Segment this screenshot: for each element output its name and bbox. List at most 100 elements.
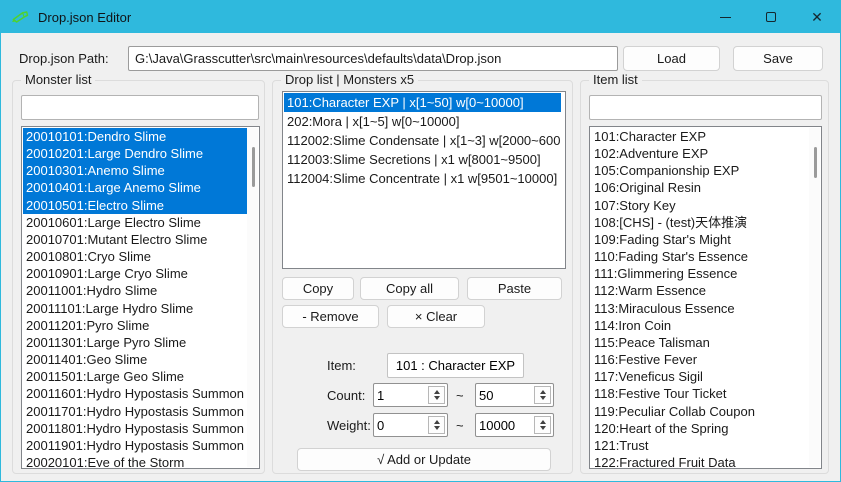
- spin-up-icon[interactable]: [434, 390, 440, 394]
- spin-down-icon[interactable]: [434, 426, 440, 430]
- path-label: Drop.json Path:: [19, 51, 109, 66]
- item-list-item[interactable]: 121:Trust: [591, 437, 809, 454]
- clear-button[interactable]: × Clear: [387, 305, 485, 328]
- copy-button[interactable]: Copy: [282, 277, 354, 300]
- drop-list-item[interactable]: 101:Character EXP | x[1~50] w[0~10000]: [284, 93, 561, 112]
- spin-up-icon[interactable]: [540, 420, 546, 424]
- item-list-item[interactable]: 119:Peculiar Collab Coupon: [591, 403, 809, 420]
- item-list-panel: Item list 101:Character EXP102:Adventure…: [580, 80, 829, 474]
- item-list-item[interactable]: 106:Original Resin: [591, 179, 809, 196]
- monster-list-item[interactable]: 20011801:Hydro Hypostasis Summon: [23, 420, 247, 437]
- main-content: Drop.json Path: Load Save Monster list 2…: [1, 33, 840, 481]
- count-range-tilde: ~: [456, 388, 464, 403]
- minimize-icon: [720, 17, 731, 18]
- spin-up-icon[interactable]: [434, 420, 440, 424]
- weight-label: Weight:: [327, 418, 371, 433]
- weight-min-input[interactable]: [377, 415, 425, 435]
- monster-list-item[interactable]: 20010201:Large Dendro Slime: [23, 145, 247, 162]
- item-list-item[interactable]: 105:Companionship EXP: [591, 162, 809, 179]
- monster-list-item[interactable]: 20010901:Large Cryo Slime: [23, 265, 247, 282]
- item-list-item[interactable]: 107:Story Key: [591, 197, 809, 214]
- item-list-item[interactable]: 120:Heart of the Spring: [591, 420, 809, 437]
- item-list-item[interactable]: 108:[CHS] - (test)天体推演: [591, 214, 809, 231]
- minimize-button[interactable]: [702, 1, 748, 33]
- item-list-item[interactable]: 101:Character EXP: [591, 128, 809, 145]
- drop-list-item[interactable]: 112004:Slime Concentrate | x1 w[9501~100…: [284, 169, 561, 188]
- item-list-item[interactable]: 110:Fading Star's Essence: [591, 248, 809, 265]
- monster-list-scrollbar[interactable]: [247, 128, 258, 467]
- item-list-item[interactable]: 115:Peace Talisman: [591, 334, 809, 351]
- monster-list-item[interactable]: 20011901:Hydro Hypostasis Summon: [23, 437, 247, 454]
- spin-up-icon[interactable]: [540, 390, 546, 394]
- maximize-button[interactable]: [748, 1, 794, 33]
- window-title: Drop.json Editor: [38, 10, 131, 25]
- monster-listbox[interactable]: 20010101:Dendro Slime20010201:Large Dend…: [21, 126, 260, 469]
- spinner-buttons: [428, 416, 445, 434]
- monster-list-item[interactable]: 20010301:Anemo Slime: [23, 162, 247, 179]
- scrollbar-thumb[interactable]: [814, 147, 817, 178]
- item-list-title: Item list: [589, 72, 642, 87]
- weight-max-spinner[interactable]: [475, 413, 554, 437]
- item-list-item[interactable]: 116:Festive Fever: [591, 351, 809, 368]
- item-list-item[interactable]: 118:Festive Tour Ticket: [591, 385, 809, 402]
- monster-list-item[interactable]: 20011001:Hydro Slime: [23, 282, 247, 299]
- add-or-update-button[interactable]: √ Add or Update: [297, 448, 551, 471]
- remove-button[interactable]: - Remove: [282, 305, 379, 328]
- selected-item-field[interactable]: [387, 353, 524, 378]
- monster-list-item[interactable]: 20010101:Dendro Slime: [23, 128, 247, 145]
- count-min-spinner[interactable]: [373, 383, 448, 407]
- item-listbox[interactable]: 101:Character EXP102:Adventure EXP105:Co…: [589, 126, 822, 469]
- weight-max-input[interactable]: [479, 415, 527, 435]
- item-label: Item:: [327, 358, 356, 373]
- monster-list-item[interactable]: 20011601:Hydro Hypostasis Summon: [23, 385, 247, 402]
- monster-list-item[interactable]: 20011401:Geo Slime: [23, 351, 247, 368]
- drop-list-item[interactable]: 112003:Slime Secretions | x1 w[8001~9500…: [284, 150, 561, 169]
- monster-list-item[interactable]: 20010801:Cryo Slime: [23, 248, 247, 265]
- item-list-item[interactable]: 117:Veneficus Sigil: [591, 368, 809, 385]
- titlebar[interactable]: Drop.json Editor ✕: [1, 1, 840, 33]
- item-list-item[interactable]: 114:Iron Coin: [591, 317, 809, 334]
- monster-list-item[interactable]: 20011301:Large Pyro Slime: [23, 334, 247, 351]
- load-button[interactable]: Load: [623, 46, 720, 71]
- item-list-item[interactable]: 113:Miraculous Essence: [591, 300, 809, 317]
- monster-list-item[interactable]: 20010601:Large Electro Slime: [23, 214, 247, 231]
- item-list-scrollbar[interactable]: [809, 128, 820, 467]
- weight-min-spinner[interactable]: [373, 413, 448, 437]
- drop-listbox[interactable]: 101:Character EXP | x[1~50] w[0~10000]20…: [282, 91, 566, 269]
- item-list-item[interactable]: 111:Glimmering Essence: [591, 265, 809, 282]
- monster-list-item[interactable]: 20020101:Eye of the Storm: [23, 454, 247, 467]
- paste-button[interactable]: Paste: [467, 277, 562, 300]
- monster-list-item[interactable]: 20011201:Pyro Slime: [23, 317, 247, 334]
- item-list-item[interactable]: 109:Fading Star's Might: [591, 231, 809, 248]
- copy-all-button[interactable]: Copy all: [360, 277, 459, 300]
- maximize-icon: [766, 12, 776, 22]
- item-search-input[interactable]: [589, 95, 822, 120]
- count-min-input[interactable]: [377, 385, 425, 405]
- monster-list-item[interactable]: 20010501:Electro Slime: [23, 197, 247, 214]
- item-list-item[interactable]: 102:Adventure EXP: [591, 145, 809, 162]
- monster-list-item[interactable]: 20011701:Hydro Hypostasis Summon: [23, 403, 247, 420]
- close-icon: ✕: [811, 10, 823, 24]
- monster-search-input[interactable]: [21, 95, 259, 120]
- path-input[interactable]: [128, 46, 618, 71]
- spinner-buttons: [534, 386, 551, 404]
- count-max-input[interactable]: [479, 385, 527, 405]
- spin-down-icon[interactable]: [434, 396, 440, 400]
- monster-list-panel: Monster list 20010101:Dendro Slime200102…: [12, 80, 265, 474]
- monster-list-item[interactable]: 20011501:Large Geo Slime: [23, 368, 247, 385]
- close-button[interactable]: ✕: [794, 1, 840, 33]
- monster-list-item[interactable]: 20011101:Large Hydro Slime: [23, 300, 247, 317]
- monster-list-item[interactable]: 20010401:Large Anemo Slime: [23, 179, 247, 196]
- scrollbar-thumb[interactable]: [252, 147, 255, 187]
- spinner-buttons: [534, 416, 551, 434]
- spin-down-icon[interactable]: [540, 396, 546, 400]
- spin-down-icon[interactable]: [540, 426, 546, 430]
- save-button[interactable]: Save: [733, 46, 823, 71]
- drop-list-item[interactable]: 112002:Slime Condensate | x[1~3] w[2000~…: [284, 131, 561, 150]
- monster-list-item[interactable]: 20010701:Mutant Electro Slime: [23, 231, 247, 248]
- count-label: Count:: [327, 388, 365, 403]
- item-list-item[interactable]: 122:Fractured Fruit Data: [591, 454, 809, 467]
- count-max-spinner[interactable]: [475, 383, 554, 407]
- drop-list-item[interactable]: 202:Mora | x[1~5] w[0~10000]: [284, 112, 561, 131]
- item-list-item[interactable]: 112:Warm Essence: [591, 282, 809, 299]
